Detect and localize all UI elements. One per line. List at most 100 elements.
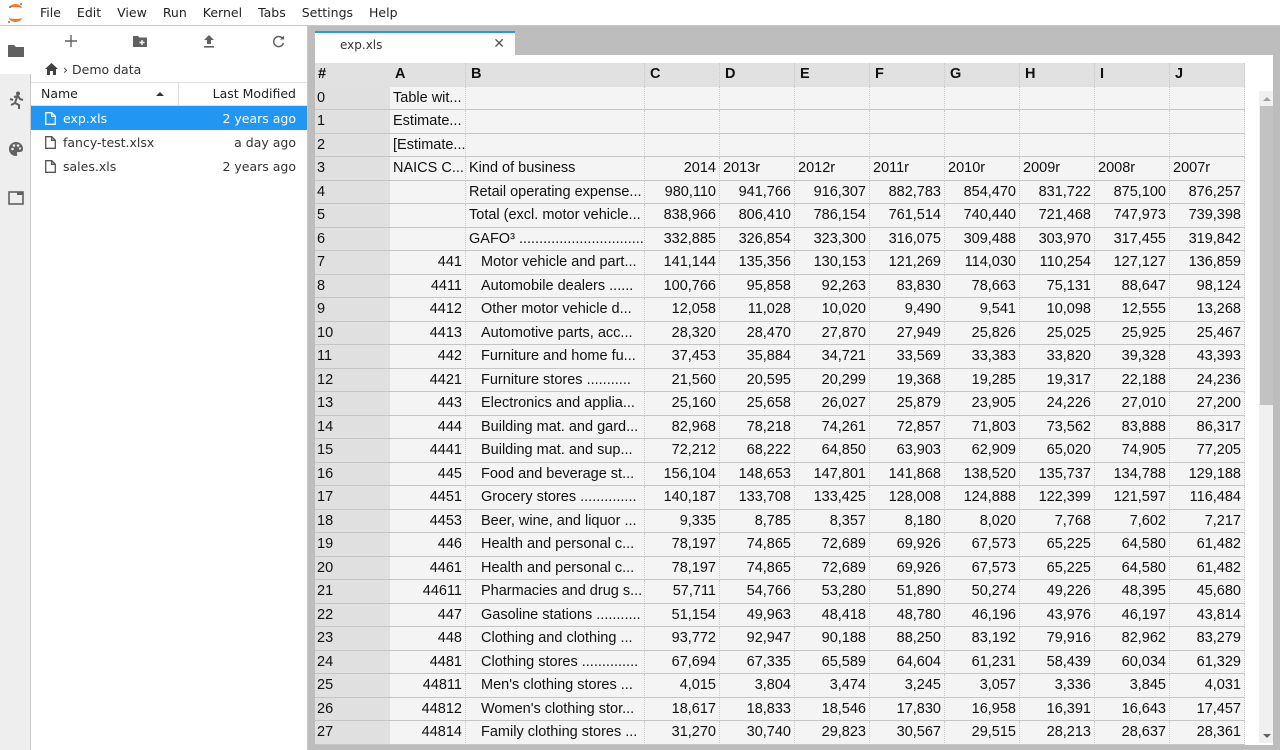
column-header-a[interactable]: A	[390, 63, 466, 87]
grid-cell[interactable]: 18,546	[795, 697, 870, 721]
grid-cell[interactable]: 65,589	[795, 650, 870, 674]
breadcrumb-folder[interactable]: Demo data	[72, 62, 141, 77]
grid-cell[interactable]	[1095, 133, 1170, 157]
grid-cell[interactable]: 114,030	[945, 251, 1020, 275]
grid-cell[interactable]: 135,737	[1020, 462, 1095, 486]
grid-cell[interactable]: 2010r	[945, 157, 1020, 181]
grid-cell[interactable]: 62,909	[945, 439, 1020, 463]
grid-cell[interactable]: 4413	[390, 321, 466, 345]
grid-cell[interactable]: 303,970	[1020, 227, 1095, 251]
grid-cell[interactable]: 25,826	[945, 321, 1020, 345]
menu-file[interactable]: File	[32, 0, 69, 26]
grid-cell[interactable]: 35,884	[720, 345, 795, 369]
file-list-item[interactable]: exp.xls 2 years ago	[31, 106, 307, 130]
grid-cell[interactable]: 49,963	[720, 603, 795, 627]
file-list-item[interactable]: fancy-test.xlsx a day ago	[31, 130, 307, 154]
grid-cell[interactable]: 129,188	[1170, 462, 1245, 486]
activity-running[interactable]	[0, 76, 31, 124]
grid-cell[interactable]: 23,905	[945, 392, 1020, 416]
grid-cell[interactable]: 134,788	[1095, 462, 1170, 486]
grid-cell[interactable]	[466, 133, 645, 157]
grid-cell[interactable]	[1170, 86, 1245, 110]
grid-cell[interactable]: 448	[390, 627, 466, 651]
grid-cell[interactable]: 316,075	[870, 227, 945, 251]
grid-cell[interactable]: 49,226	[1020, 580, 1095, 604]
grid-cell[interactable]: 16,643	[1095, 697, 1170, 721]
grid-cell[interactable]: 12,058	[645, 298, 720, 322]
grid-cell[interactable]: 16,958	[945, 697, 1020, 721]
grid-cell[interactable]: 61,231	[945, 650, 1020, 674]
vertical-scrollbar[interactable]	[1259, 91, 1273, 743]
grid-cell[interactable]: 133,425	[795, 486, 870, 510]
grid-cell[interactable]: 28,213	[1020, 721, 1095, 745]
grid-cell[interactable]: 30,740	[720, 721, 795, 745]
grid-cell[interactable]: 4451	[390, 486, 466, 510]
grid-cell[interactable]: 25,658	[720, 392, 795, 416]
column-header-f[interactable]: F	[870, 63, 945, 87]
grid-cell[interactable]: 19,368	[870, 368, 945, 392]
upload-button[interactable]	[180, 27, 238, 55]
grid-cell[interactable]: 20,595	[720, 368, 795, 392]
grid-cell[interactable]	[645, 110, 720, 134]
scroll-down-button[interactable]	[1259, 728, 1273, 743]
activity-file-browser[interactable]	[0, 26, 32, 74]
row-number-header[interactable]: #	[315, 63, 390, 87]
grid-cell[interactable]: 100,766	[645, 274, 720, 298]
grid-cell[interactable]: Beer, wine, and liquor ...	[466, 509, 645, 533]
grid-cell[interactable]: 61,329	[1170, 650, 1245, 674]
grid-cell[interactable]: 67,694	[645, 650, 720, 674]
grid-cell[interactable]	[795, 86, 870, 110]
grid-cell[interactable]: 64,580	[1095, 533, 1170, 557]
grid-cell[interactable]: 61,482	[1170, 533, 1245, 557]
grid-cell[interactable]: 441	[390, 251, 466, 275]
grid-cell[interactable]: 7,217	[1170, 509, 1245, 533]
grid-cell[interactable]: Grocery stores ..............	[466, 486, 645, 510]
grid-cell[interactable]: 46,197	[1095, 603, 1170, 627]
column-header-e[interactable]: E	[795, 63, 870, 87]
grid-cell[interactable]: 53,280	[795, 580, 870, 604]
grid-cell[interactable]	[1095, 86, 1170, 110]
grid-cell[interactable]: 19,285	[945, 368, 1020, 392]
grid-cell[interactable]: 4412	[390, 298, 466, 322]
grid-cell[interactable]: 67,335	[720, 650, 795, 674]
grid-cell[interactable]	[645, 133, 720, 157]
grid-cell[interactable]: Estimate...	[390, 110, 466, 134]
menu-settings[interactable]: Settings	[294, 0, 361, 26]
grid-cell[interactable]	[870, 110, 945, 134]
grid-cell[interactable]: 64,604	[870, 650, 945, 674]
menu-edit[interactable]: Edit	[69, 0, 109, 26]
grid-cell[interactable]: Men's clothing stores ...	[466, 674, 645, 698]
grid-cell[interactable]: Health and personal c...	[466, 556, 645, 580]
grid-cell[interactable]: Retail operating expense...	[466, 180, 645, 204]
grid-cell[interactable]: Automobile dealers ......	[466, 274, 645, 298]
grid-cell[interactable]: 45,680	[1170, 580, 1245, 604]
tab-exp-xls[interactable]: exp.xls ✕	[315, 31, 515, 56]
grid-cell[interactable]: Electronics and applia...	[466, 392, 645, 416]
menu-view[interactable]: View	[109, 0, 155, 26]
grid-cell[interactable]: 2012r	[795, 157, 870, 181]
grid-cell[interactable]: Furniture and home fu...	[466, 345, 645, 369]
grid-cell[interactable]: 332,885	[645, 227, 720, 251]
grid-cell[interactable]	[1095, 110, 1170, 134]
grid-cell[interactable]: 2008r	[1095, 157, 1170, 181]
grid-cell[interactable]: 71,803	[945, 415, 1020, 439]
menu-tabs[interactable]: Tabs	[250, 0, 294, 26]
grid-cell[interactable]: 147,801	[795, 462, 870, 486]
grid-cell[interactable]: 876,257	[1170, 180, 1245, 204]
grid-cell[interactable]	[1020, 133, 1095, 157]
grid-cell[interactable]: 33,383	[945, 345, 1020, 369]
grid-cell[interactable]: 148,653	[720, 462, 795, 486]
grid-cell[interactable]: 65,225	[1020, 556, 1095, 580]
grid-cell[interactable]: 140,187	[645, 486, 720, 510]
grid-cell[interactable]: 27,200	[1170, 392, 1245, 416]
grid-cell[interactable]: 3,245	[870, 674, 945, 698]
grid-cell[interactable]: 82,968	[645, 415, 720, 439]
grid-cell[interactable]: 916,307	[795, 180, 870, 204]
grid-cell[interactable]: 78,218	[720, 415, 795, 439]
grid-cell[interactable]	[390, 227, 466, 251]
grid-cell[interactable]: 127,127	[1095, 251, 1170, 275]
grid-cell[interactable]: 443	[390, 392, 466, 416]
grid-cell[interactable]: 8,785	[720, 509, 795, 533]
grid-cell[interactable]: 54,766	[720, 580, 795, 604]
grid-cell[interactable]	[466, 86, 645, 110]
